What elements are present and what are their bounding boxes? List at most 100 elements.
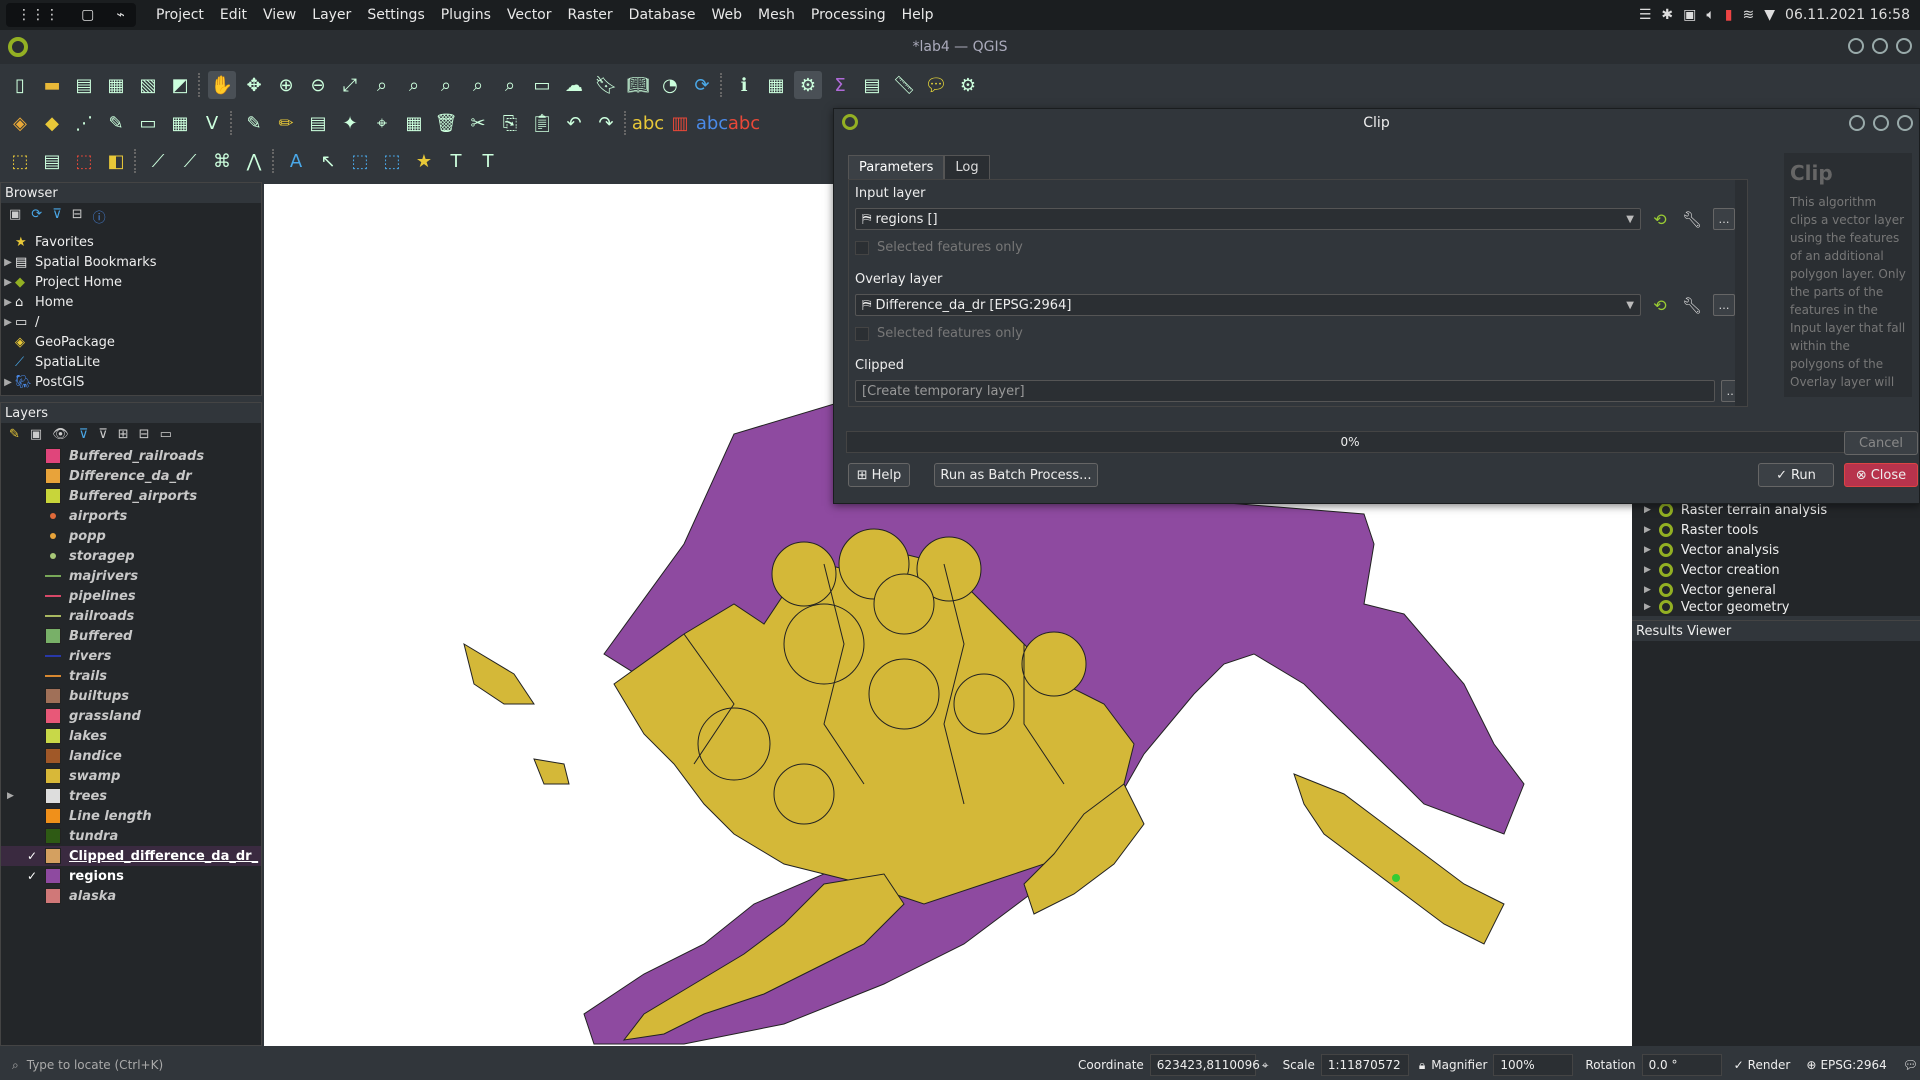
menu-project[interactable]: Project [148,7,212,23]
new-spatialite-icon[interactable]: ✎ [102,109,130,137]
zoom-out-icon[interactable]: ⊖ [304,71,332,99]
proc-raster-tools[interactable]: ▶ Raster tools [1632,520,1920,540]
menu-raster[interactable]: Raster [560,7,621,23]
select-by-value-icon[interactable]: ▤ [38,147,66,175]
layer-item[interactable]: trails [1,666,261,686]
annotation-icon[interactable]: T [474,147,502,175]
new-layout-icon[interactable]: ▦ [102,71,130,99]
lock-icon[interactable]: 🔒︎ [1419,1058,1425,1073]
layer-item[interactable]: Buffered_railroads [1,446,261,466]
overlay-browse-button[interactable]: … [1713,294,1735,316]
new-bookmark-icon[interactable]: 🔖︎ [592,71,620,99]
layer-item[interactable]: airports [1,506,261,526]
new-map-view-icon[interactable]: ▭ [528,71,556,99]
crs-icon[interactable]: ⊕ [1806,1058,1816,1072]
maximize-button[interactable] [1872,38,1888,54]
dialog-minimize-button[interactable] [1849,115,1865,131]
proc-vector-geometry[interactable]: ▶ Vector geometry [1632,600,1920,614]
render-checkbox[interactable]: ✓ [1734,1058,1744,1072]
save-project-icon[interactable]: ▤ [70,71,98,99]
identify-icon[interactable]: ℹ [730,71,758,99]
run-button[interactable]: ✓ Run [1758,463,1834,487]
app-launcher[interactable]: ⋮⋮⋮ ▢ ⌁ [6,3,136,27]
proc-vector-analysis[interactable]: ▶ Vector analysis [1632,540,1920,560]
new-3d-map-icon[interactable]: ☁ [560,71,588,99]
settings-gear-icon[interactable]: ⚙ [954,71,982,99]
messages-icon[interactable]: 💬︎ [1903,1058,1918,1072]
window-icon[interactable]: ▢ [81,7,94,23]
layer-item[interactable]: tundra [1,826,261,846]
dialog-close-x-button[interactable] [1897,115,1913,131]
layer-item[interactable]: Difference_da_dr [1,466,261,486]
label-highlight-icon[interactable]: abc [696,109,728,137]
vertex-tool-icon[interactable]: ⌖ [368,109,396,137]
bluetooth-icon[interactable]: ✱ [1661,7,1673,23]
browser-item-geopackage[interactable]: ◈ GeoPackage [1,332,261,352]
browser-item-bookmarks[interactable]: ▶ ▤ Spatial Bookmarks [1,252,261,272]
pan-icon[interactable]: ✋ [208,71,236,99]
proc-vector-creation[interactable]: ▶ Vector creation [1632,560,1920,580]
tab-log[interactable]: Log [944,155,990,179]
add-group-icon[interactable]: ▣ [30,427,42,442]
collapse-all-icon[interactable]: ⊟ [72,207,83,226]
layer-visibility-checkbox[interactable]: ✓ [27,850,39,862]
browser-item-root[interactable]: ▶ ▭ / [1,312,261,332]
open-project-icon[interactable]: ▬ [38,71,66,99]
battery-icon[interactable]: ▮ [1725,7,1733,23]
filter-icon[interactable]: ⊽ [79,427,89,442]
zoom-selection-icon[interactable]: ⌕ [368,71,396,99]
scale-field[interactable]: 1:11870572 [1320,1054,1409,1076]
new-shapefile-icon[interactable]: ⋰ [70,109,98,137]
style-manager-icon[interactable]: ◩ [166,71,194,99]
select-location-icon[interactable]: ◧ [102,147,130,175]
menu-view[interactable]: View [255,7,304,23]
browser-item-home[interactable]: ▶ ⌂ Home [1,292,261,312]
menu-help[interactable]: Help [894,7,942,23]
layer-item[interactable]: Buffered [1,626,261,646]
layer-item[interactable]: grassland [1,706,261,726]
zoom-in-icon[interactable]: ⊕ [272,71,300,99]
iterate-icon[interactable]: ⟲ [1647,294,1673,316]
data-source-manager-icon[interactable]: ◈ [6,109,34,137]
style-icon[interactable]: ✎ [9,427,20,442]
layer-item[interactable]: Line length [1,806,261,826]
batch-process-button[interactable]: Run as Batch Process... [934,463,1098,487]
menu-edit[interactable]: Edit [212,7,255,23]
layout-manager-icon[interactable]: ▧ [134,71,162,99]
browser-item-postgis[interactable]: ▶ 🐘︎ PostGIS [1,372,261,392]
rotation-field[interactable]: 0.0 ° [1641,1054,1722,1076]
network-icon[interactable]: ☰ [1639,7,1652,23]
virtual-layer-icon[interactable]: V [198,109,226,137]
modify-attributes-icon[interactable]: ▦ [400,109,428,137]
layer-item[interactable]: Buffered_airports [1,486,261,506]
star-tool-icon[interactable]: ★ [410,147,438,175]
tab-parameters[interactable]: Parameters [848,155,945,179]
zoom-native-icon[interactable]: ⌕ [432,71,460,99]
new-virtual-layer-icon[interactable]: ▦ [166,109,194,137]
checkbox[interactable] [855,326,869,341]
advanced-digitize-icon[interactable]: ⟋ [176,147,204,175]
input-selected-only[interactable]: Selected features only [855,240,1023,255]
paste-icon[interactable]: 📋︎ [528,109,556,137]
geometry-tools-icon[interactable]: ⋀ [240,147,268,175]
node-tool-icon[interactable]: ⬚ [346,147,374,175]
minimize-button[interactable] [1848,38,1864,54]
wifi-icon[interactable]: ≋ [1743,7,1755,23]
layer-item[interactable]: storagep [1,546,261,566]
menu-settings[interactable]: Settings [359,7,432,23]
layer-item[interactable]: pipelines [1,586,261,606]
copy-icon[interactable]: ⎘ [496,109,524,137]
delete-selected-icon[interactable]: 🗑︎ [432,109,460,137]
layer-item[interactable]: railroads [1,606,261,626]
crs-label[interactable]: EPSG:2964 [1820,1058,1886,1072]
statistics-icon[interactable]: Σ [826,71,854,99]
overlay-layer-combo[interactable]: ⛿ Difference_da_dr [EPSG:2964] ▼ [855,294,1641,316]
layer-item[interactable]: landice [1,746,261,766]
grid-icon[interactable]: ⋮⋮⋮ [17,7,59,23]
open-attribute-table-icon[interactable]: ▦ [762,71,790,99]
info-icon[interactable]: ⓘ [93,207,106,226]
zoom-last-icon[interactable]: ⌕ [464,71,492,99]
input-browse-button[interactable]: … [1713,208,1735,230]
layer-item[interactable]: ✓ regions [1,866,261,886]
menu-database[interactable]: Database [621,7,704,23]
